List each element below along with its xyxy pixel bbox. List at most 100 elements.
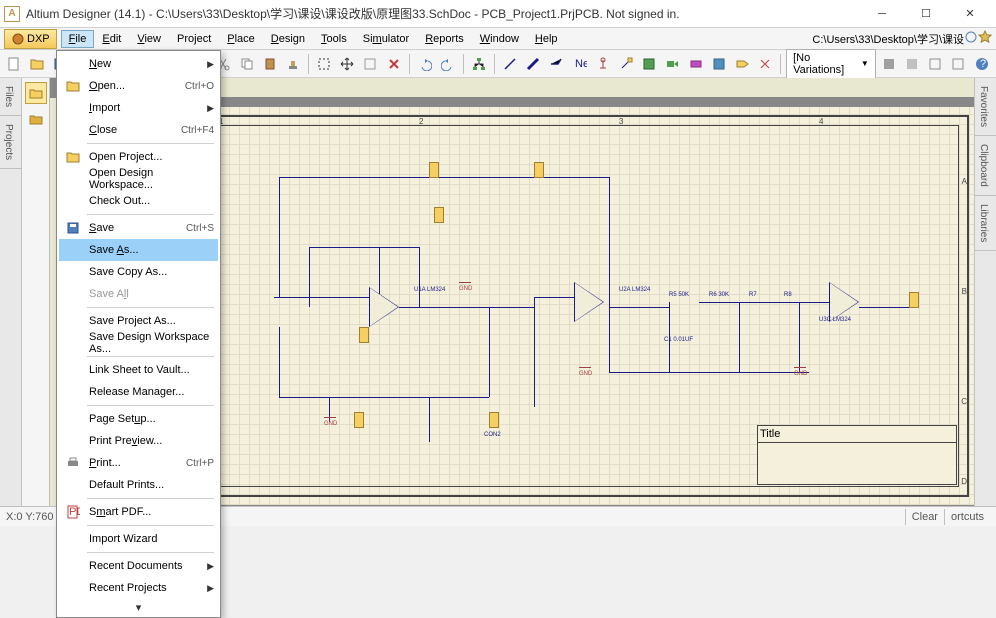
opamp-u1a[interactable]: [369, 287, 399, 327]
tool-deselect[interactable]: [360, 53, 380, 75]
chevron-down-icon: ▾: [136, 601, 142, 614]
gnd[interactable]: GND: [324, 417, 336, 425]
tool-move[interactable]: [337, 53, 357, 75]
menu-import-wizard[interactable]: Import Wizard: [59, 528, 218, 550]
svg-text:Net: Net: [575, 58, 587, 70]
menu-link-vault[interactable]: Link Sheet to Vault...: [59, 359, 218, 381]
tool-redo[interactable]: [438, 53, 458, 75]
tool-copy[interactable]: [236, 53, 256, 75]
menu-checkout[interactable]: Check Out...: [59, 190, 218, 212]
tool-new[interactable]: [4, 53, 24, 75]
panel-tab-libraries[interactable]: Libraries: [975, 196, 996, 251]
menu-recent-projects[interactable]: Recent Projects▶: [59, 577, 218, 599]
panel-tab-clipboard[interactable]: Clipboard: [975, 136, 996, 196]
menu-reports[interactable]: Reports: [417, 30, 472, 48]
tool-ext4[interactable]: [948, 53, 968, 75]
tool-power[interactable]: [593, 53, 613, 75]
menu-new[interactable]: New▶: [59, 53, 218, 75]
conn-j2[interactable]: [434, 207, 444, 223]
menu-project[interactable]: Project: [169, 30, 219, 48]
menu-simulator[interactable]: Simulator: [355, 30, 417, 48]
tool-rubber[interactable]: [283, 53, 303, 75]
stamp-icon: [286, 57, 300, 71]
menu-save-as[interactable]: Save As...: [59, 239, 218, 261]
title-block[interactable]: Title: [757, 425, 957, 485]
tool-device[interactable]: [685, 53, 705, 75]
menu-window[interactable]: Window: [472, 30, 527, 48]
tool-netlabel[interactable]: Net: [569, 53, 589, 75]
tool-part[interactable]: [616, 53, 636, 75]
tool-undo[interactable]: [415, 53, 435, 75]
conn-j5[interactable]: [354, 412, 364, 428]
path-go-button[interactable]: [964, 30, 978, 47]
tool-ext1[interactable]: [879, 53, 899, 75]
tool-help[interactable]: ?: [972, 53, 992, 75]
conn-j1[interactable]: [429, 162, 439, 178]
path-fav-button[interactable]: [978, 30, 992, 47]
maximize-button[interactable]: ☐: [904, 0, 948, 28]
menu-default-prints[interactable]: Default Prints...: [59, 474, 218, 496]
status-shortcuts[interactable]: ortcuts: [944, 509, 990, 525]
folder-open-icon: [66, 79, 80, 93]
opamp-u3c[interactable]: [829, 282, 859, 322]
menu-design[interactable]: Design: [263, 30, 313, 48]
menu-save[interactable]: SaveCtrl+S: [59, 217, 218, 239]
close-button[interactable]: ✕: [948, 0, 992, 28]
folder-icon: [29, 86, 43, 100]
gnd[interactable]: GND: [794, 367, 806, 375]
gnd[interactable]: GND: [579, 367, 591, 375]
variations-combo[interactable]: [No Variations] ▼: [786, 49, 876, 79]
tool-sheet[interactable]: [639, 53, 659, 75]
tool-ext2[interactable]: [902, 53, 922, 75]
menu-view[interactable]: View: [129, 30, 169, 48]
conn-j3[interactable]: [534, 162, 544, 178]
menu-save-project-as[interactable]: Save Project As...: [59, 310, 218, 332]
minimize-button[interactable]: ─: [860, 0, 904, 28]
nav-folder[interactable]: [25, 108, 47, 130]
menu-open-project[interactable]: Open Project...: [59, 146, 218, 168]
panel-tab-files[interactable]: Files: [0, 78, 21, 116]
tool-noerc[interactable]: [755, 53, 775, 75]
menu-file[interactable]: File: [61, 30, 95, 48]
tool-harness[interactable]: [709, 53, 729, 75]
menu-page-setup[interactable]: Page Setup...: [59, 408, 218, 430]
tool-hierarchy[interactable]: [469, 53, 489, 75]
panel-tab-favorites[interactable]: Favorites: [975, 78, 996, 136]
tool-select[interactable]: [314, 53, 334, 75]
panel-tab-projects[interactable]: Projects: [0, 116, 21, 169]
menu-print-preview[interactable]: Print Preview...: [59, 430, 218, 452]
menu-open-workspace[interactable]: Open Design Workspace...: [59, 168, 218, 190]
gnd[interactable]: GND: [459, 282, 471, 290]
tool-sheetentry[interactable]: [662, 53, 682, 75]
dxp-button[interactable]: DXP: [4, 29, 57, 49]
menu-close[interactable]: CloseCtrl+F4: [59, 119, 218, 141]
menu-save-workspace-as[interactable]: Save Design Workspace As...: [59, 332, 218, 354]
menu-recent-docs[interactable]: Recent Documents▶: [59, 555, 218, 577]
conn-j6[interactable]: [489, 412, 499, 428]
menu-smart-pdf[interactable]: PDFSmart PDF...: [59, 501, 218, 523]
tool-paste[interactable]: [260, 53, 280, 75]
status-clear[interactable]: Clear: [905, 509, 944, 525]
menu-open[interactable]: Open...Ctrl+O: [59, 75, 218, 97]
tool-wire[interactable]: [500, 53, 520, 75]
conn-j7[interactable]: [909, 292, 919, 308]
menu-expand[interactable]: ▾: [59, 599, 218, 615]
menu-tools[interactable]: Tools: [313, 30, 355, 48]
opamp-u2a[interactable]: [574, 282, 604, 322]
tool-clear[interactable]: [383, 53, 403, 75]
tool-tap[interactable]: [546, 53, 566, 75]
menu-import[interactable]: Import▶: [59, 97, 218, 119]
tool-bus[interactable]: [523, 53, 543, 75]
path-combo[interactable]: C:\Users\33\Desktop\学习\课设: [812, 31, 964, 47]
menu-edit[interactable]: Edit: [94, 30, 129, 48]
tool-ext3[interactable]: [925, 53, 945, 75]
menu-help[interactable]: Help: [527, 30, 566, 48]
tool-open[interactable]: [27, 53, 47, 75]
menu-save-copy-as[interactable]: Save Copy As...: [59, 261, 218, 283]
conn-j4[interactable]: [359, 327, 369, 343]
nav-home[interactable]: [25, 82, 47, 104]
menu-release-manager[interactable]: Release Manager...: [59, 381, 218, 403]
menu-place[interactable]: Place: [219, 30, 263, 48]
menu-print[interactable]: Print...Ctrl+P: [59, 452, 218, 474]
tool-port[interactable]: [732, 53, 752, 75]
